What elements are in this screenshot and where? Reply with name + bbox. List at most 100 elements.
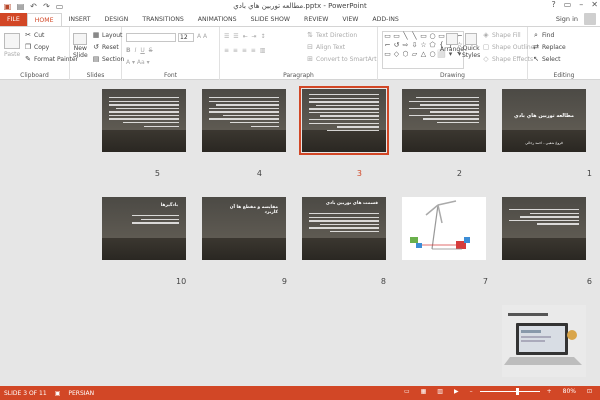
slide-number-8: 8 <box>380 277 386 286</box>
underline-button[interactable]: U <box>140 47 144 54</box>
undo-icon[interactable]: ↶ <box>29 2 38 11</box>
italic-button[interactable]: I <box>135 47 137 54</box>
scissors-icon: ✂ <box>25 31 31 39</box>
font-color-button[interactable]: A ▾ Aa ▾ <box>126 59 150 66</box>
reading-view-icon[interactable]: ▥ <box>433 388 447 395</box>
bold-button[interactable]: B <box>126 47 131 54</box>
replace-icon: ⇄ <box>533 43 539 51</box>
slide-8-title: قسمت هاي توربين بادي <box>325 201 378 206</box>
tab-file[interactable]: FILE <box>0 13 27 26</box>
slide-number-5: 5 <box>154 169 160 178</box>
shape-fill-button[interactable]: ◈ Shape Fill <box>482 31 520 39</box>
zoom-slider[interactable] <box>479 388 540 395</box>
quick-styles-icon <box>465 33 478 45</box>
tab-view[interactable]: VIEW <box>335 13 365 26</box>
tab-add-ins[interactable]: ADD-INS <box>365 13 405 26</box>
slide-thumbnail-2[interactable] <box>402 89 486 152</box>
copy-button[interactable]: ❐ Copy <box>24 43 49 51</box>
slides-label: Slides <box>86 72 105 79</box>
select-icon: ↖ <box>533 55 539 63</box>
fill-icon: ◈ <box>483 31 489 39</box>
slide-thumbnail-11[interactable] <box>502 305 586 377</box>
align-text-button[interactable]: ⊟ Align Text <box>306 43 345 51</box>
slide-thumbnail-9[interactable]: مقايسه و مقطع ها آن كاربرد <box>202 197 286 260</box>
shape-outline-button[interactable]: ▢ Shape Outline <box>482 43 535 51</box>
slide-thumbnail-4[interactable] <box>202 89 286 152</box>
zoom-level[interactable]: 80% <box>559 388 580 395</box>
tab-insert[interactable]: INSERT <box>62 13 98 26</box>
list-buttons[interactable]: ☰ ☰ ⇤ ⇥ ↕ <box>224 33 266 40</box>
slide-count: SLIDE 3 OF 11 <box>4 389 47 397</box>
slide-thumbnail-3[interactable] <box>299 86 389 155</box>
help-button[interactable]: ? <box>551 0 555 9</box>
slide-number-4: 4 <box>256 169 262 178</box>
save-icon[interactable]: ▤ <box>16 2 25 11</box>
zoom-in-button[interactable]: + <box>543 388 556 395</box>
slide-thumbnail-1[interactable]: مطالعه توربين هاي بادي فروغ شعبي - احمد … <box>502 89 586 152</box>
paste-button[interactable]: Paste <box>4 33 20 58</box>
new-slide-button[interactable]: New Slide <box>73 33 88 59</box>
effects-icon: ◇ <box>483 55 489 63</box>
tab-review[interactable]: REVIEW <box>297 13 335 26</box>
slide-10-title: بادگيرها <box>160 203 178 208</box>
avatar[interactable] <box>584 13 596 25</box>
turbine-diagram-image <box>410 200 470 250</box>
fit-to-window-icon[interactable]: ⊡ <box>583 388 596 395</box>
slideshow-view-icon[interactable]: ▶ <box>450 388 463 395</box>
grow-font-button[interactable]: A A <box>197 33 207 40</box>
spellcheck-icon[interactable]: ▣ <box>51 390 65 397</box>
paste-icon <box>4 33 21 49</box>
find-button[interactable]: ⌕ Find <box>532 31 554 39</box>
slide-thumbnail-8[interactable]: قسمت هاي توربين بادي <box>302 197 386 260</box>
tab-design[interactable]: DESIGN <box>97 13 135 26</box>
restore-button[interactable]: ▭ <box>564 0 572 9</box>
sign-in-link[interactable]: Sign in <box>556 15 578 23</box>
strikethrough-button[interactable]: S <box>149 47 153 54</box>
layout-icon: ▦ <box>92 31 100 39</box>
select-button[interactable]: ↖ Select <box>532 55 560 63</box>
cut-button[interactable]: ✂ Cut <box>24 31 44 39</box>
layout-button[interactable]: ▦ Layout <box>92 31 123 39</box>
zoom-slider-thumb[interactable] <box>515 388 519 395</box>
convert-smartart-button[interactable]: ⊞ Convert to SmartArt <box>306 55 377 63</box>
slide-number-2: 2 <box>456 169 462 178</box>
slide-sorter-view-icon[interactable]: ▦ <box>417 388 431 395</box>
clipboard-label: Clipboard <box>20 72 49 79</box>
reset-button[interactable]: ↺ Reset <box>92 43 119 51</box>
slide-thumbnail-5[interactable] <box>102 89 186 152</box>
arrange-icon <box>445 33 458 45</box>
tab-transitions[interactable]: TRANSITIONS <box>135 13 190 26</box>
tab-slide-show[interactable]: SLIDE SHOW <box>244 13 297 26</box>
tab-animations[interactable]: ANIMATIONS <box>191 13 244 26</box>
font-size-combo[interactable]: 12 <box>178 33 194 42</box>
slide-thumbnail-10[interactable]: بادگيرها <box>102 197 186 260</box>
paragraph-label: Paragraph <box>283 72 314 79</box>
minimize-button[interactable]: – <box>579 0 583 9</box>
slide-number-6: 6 <box>586 277 592 286</box>
language-indicator[interactable]: PERSIAN <box>64 390 98 397</box>
copy-icon: ❐ <box>24 43 32 51</box>
smartart-icon: ⊞ <box>307 55 313 63</box>
slide-1-title: مطالعه توربين هاي بادي <box>514 113 574 119</box>
normal-view-icon[interactable]: ▭ <box>400 388 414 395</box>
replace-button[interactable]: ⇄ Replace <box>532 43 566 51</box>
slide-thumbnail-7[interactable] <box>402 197 486 260</box>
slide-number-3: 3 <box>356 169 362 178</box>
present-icon[interactable]: ▭ <box>55 2 64 11</box>
tab-home[interactable]: HOME <box>26 13 62 26</box>
redo-icon[interactable]: ↷ <box>42 2 51 11</box>
shape-effects-button[interactable]: ◇ Shape Effects <box>482 55 533 63</box>
arrange-button[interactable]: Arrange <box>440 33 464 53</box>
new-slide-icon <box>73 33 88 45</box>
font-label: Font <box>163 72 178 79</box>
slides-group: New Slide ▦ Layout ↺ Reset ▤ Section Slides <box>70 27 125 80</box>
close-button[interactable]: ✕ <box>591 0 598 9</box>
zoom-out-button[interactable]: – <box>466 388 477 395</box>
section-button[interactable]: ▤ Section <box>92 55 125 63</box>
text-direction-button[interactable]: ⇅ Text Direction <box>306 31 357 39</box>
ribbon: Paste ✂ Cut ❐ Copy ✎ Format Painter Clipboa… <box>0 26 600 80</box>
slide-thumbnail-6[interactable] <box>502 197 586 260</box>
align-buttons[interactable]: ≡ ≡ ≡ ≡ ▥ <box>224 47 266 54</box>
quick-styles-button[interactable]: Quick Styles <box>462 33 480 59</box>
font-name-combo[interactable] <box>126 33 176 42</box>
